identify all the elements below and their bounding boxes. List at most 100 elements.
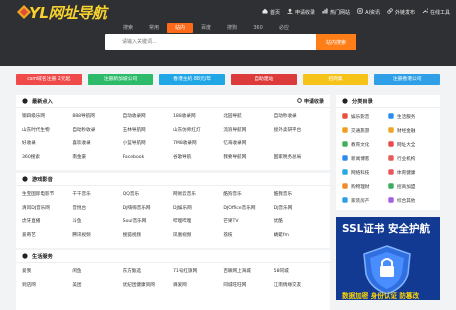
ssl-ad-title: SSL证书 安全护航 (342, 223, 430, 235)
site-link[interactable]: 腾讯视频 (72, 229, 122, 243)
promo-link[interactable]: 自助建站 (231, 74, 297, 85)
search-button[interactable]: 站内搜索 (316, 34, 356, 50)
site-link[interactable]: 好收录 (22, 137, 72, 151)
promo-link[interactable]: csm域名注册 2元起 (16, 74, 82, 85)
site-link[interactable]: 网易云音乐 (173, 188, 223, 202)
site-link[interactable]: 188收录网 (173, 110, 223, 124)
site-link[interactable]: 蜻蜓fm (274, 229, 324, 243)
category-item[interactable]: 新闻博客 (342, 152, 388, 166)
search-input[interactable] (105, 34, 316, 50)
category-item[interactable]: 娱乐影音 (342, 110, 388, 124)
site-link[interactable]: 驿爱网 (173, 279, 223, 293)
promo-link[interactable]: 香港主机 88元/年 (159, 74, 226, 85)
site-link[interactable]: 凤凰视频 (173, 229, 223, 243)
site-link[interactable]: 百联网上海城 (223, 265, 273, 279)
site-link[interactable]: 小蓝导航网 (123, 137, 173, 151)
category-item[interactable]: 生活服务 (388, 110, 434, 124)
topnav-item[interactable]: 外链发布 (387, 8, 415, 16)
site-link[interactable]: 南金豪 (72, 151, 122, 165)
site-link[interactable]: 同城旺旺网 (223, 279, 273, 293)
site-link[interactable]: 到店网 (22, 279, 72, 293)
site-link[interactable]: QQ音乐 (123, 188, 173, 202)
site-link[interactable]: 北园导航 (223, 110, 273, 124)
site-link[interactable]: 谷歌导航 (173, 151, 223, 165)
site-link[interactable]: 爱我 (22, 265, 72, 279)
search-tab[interactable]: 必应 (271, 23, 297, 33)
site-link[interactable]: 千千音乐 (72, 188, 122, 202)
site-link[interactable]: 喜欢收录 (72, 137, 122, 151)
site-link[interactable]: Facebook (123, 151, 173, 165)
site-link[interactable]: 音悦台 (72, 202, 122, 216)
category-item[interactable]: 体育健康 (388, 166, 434, 180)
site-link[interactable]: 搜狐视频 (123, 229, 173, 243)
category-item[interactable]: 财经金融 (388, 124, 434, 138)
category-item[interactable]: 交通旅游 (342, 124, 388, 138)
search-tab[interactable]: 站内 (167, 23, 193, 33)
site-link[interactable]: DJOffice音乐网 (223, 202, 273, 216)
site-link[interactable]: 虎牙直播 (22, 215, 72, 229)
site-link[interactable]: 酷狗音乐 (223, 188, 273, 202)
section-games-media: 游戏影音 生宝国际电影节 千千音乐 QQ音乐 网易云音乐 酷狗音乐 酷我音乐 清风DJ音乐网音… (16, 173, 330, 248)
search-tab[interactable]: 搜狗 (219, 23, 245, 33)
category-item[interactable]: 家装房产 (342, 194, 388, 208)
site-link[interactable]: 斗鱼 (72, 215, 122, 229)
site-link[interactable]: 荔枝 (223, 229, 273, 243)
site-link[interactable]: 玉林导航网 (123, 124, 173, 138)
topnav-item[interactable]: 热门网站 (322, 8, 350, 16)
site-link[interactable]: 东方甄选 (123, 265, 173, 279)
logo[interactable]: YL网址导航 (17, 4, 127, 25)
search-tab[interactable]: 搜索 (115, 23, 141, 33)
category-item[interactable]: 行业机构 (388, 152, 434, 166)
site-link[interactable]: 我要导航网 (223, 151, 273, 165)
category-item[interactable]: 网络科技 (342, 166, 388, 180)
site-link[interactable]: 哔哩哔哩 (173, 215, 223, 229)
site-link[interactable]: DJ音乐网 (274, 202, 324, 216)
topnav-item[interactable]: AI资讯 (357, 8, 380, 16)
site-link[interactable]: 888导航网 (72, 110, 122, 124)
site-link[interactable]: 71号红旗网 (173, 265, 223, 279)
site-link[interactable]: 山东时代生物 (22, 124, 72, 138)
site-link[interactable]: 钢四级乐网 (22, 110, 72, 124)
site-link[interactable]: 清风DJ音乐网 (22, 202, 72, 216)
category-item[interactable]: 综合其他 (388, 194, 434, 208)
search-tab[interactable]: 百度 (193, 23, 219, 33)
category-item[interactable]: 购物理财 (342, 180, 388, 194)
promo-link[interactable]: 注册香港公司 (374, 74, 441, 85)
topnav-item[interactable]: 首页 (262, 8, 280, 16)
site-link[interactable]: 接外卖研平台 (274, 124, 324, 138)
submit-site-link[interactable]: 申请收录 (297, 97, 324, 105)
site-link[interactable]: 58同城 (274, 265, 324, 279)
site-link[interactable]: 国家税务总局 (274, 151, 324, 165)
site-link[interactable]: 自动秒收录 (72, 124, 122, 138)
chart-icon (322, 8, 328, 16)
site-link[interactable]: 流浪导航网 (223, 124, 273, 138)
site-link[interactable]: DJ嗨嗨音乐网 (123, 202, 173, 216)
category-item[interactable]: 招商加盟 (388, 180, 434, 194)
site-link[interactable]: DJ娱乐网 (173, 202, 223, 216)
site-link[interactable]: Soul音乐网 (123, 215, 173, 229)
site-link[interactable]: 优酷 (274, 215, 324, 229)
site-link[interactable]: 美团 (72, 279, 122, 293)
site-link[interactable]: 爱奇艺 (22, 229, 72, 243)
promo-link[interactable]: 招商集 (302, 74, 369, 85)
site-link[interactable]: 闲鱼 (72, 265, 122, 279)
site-link[interactable]: 酷我音乐 (274, 188, 324, 202)
site-link[interactable]: 芒果TV (223, 215, 273, 229)
search-tab[interactable]: 常用 (141, 23, 167, 33)
site-link[interactable]: 江南情缘交友 (274, 279, 324, 293)
topnav-item[interactable]: 在线工具 (422, 8, 450, 16)
site-link[interactable]: 生宝国际电影节 (22, 188, 72, 202)
site-link[interactable]: 自动秒收录 (274, 110, 324, 124)
search-tab[interactable]: 360 (245, 23, 271, 33)
promo-link[interactable]: 注册新加坡公司 (87, 74, 154, 85)
topnav-item[interactable]: 申请收录 (287, 8, 315, 16)
ssl-ad-banner[interactable]: SSL证书 安全护航 数据加密 身份认证 防篡改 (336, 217, 440, 300)
category-item[interactable]: 教育文化 (342, 138, 388, 152)
site-link[interactable]: 忆海收录网 (223, 137, 273, 151)
site-link[interactable]: 优纪团健康资网 (123, 279, 173, 293)
site-link[interactable]: 7M8收录网 (173, 137, 223, 151)
site-link[interactable]: 山东仿师红灯 (173, 124, 223, 138)
category-item[interactable]: 网址大全 (388, 138, 434, 152)
site-link[interactable]: 360搜索 (22, 151, 72, 165)
site-link[interactable]: 自动收录网 (123, 110, 173, 124)
